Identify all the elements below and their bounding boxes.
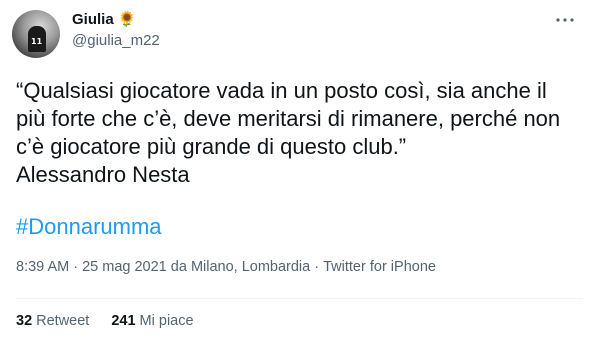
client-source-link[interactable]: Twitter for iPhone	[323, 259, 436, 275]
tweet-metadata: 8:39 AM · 25 mag 2021 da Milano, Lombard…	[16, 259, 436, 275]
more-horizontal-icon	[556, 18, 574, 22]
retweets-label: Retweet	[36, 313, 90, 329]
tweet-card: 11 Giulia 🌻 @giulia_m22 “Qualsiasi gioca…	[0, 0, 599, 341]
avatar-jersey-number: 11	[31, 37, 43, 46]
more-options-button[interactable]	[553, 8, 577, 32]
timestamp-time-link[interactable]: 8:39 AM	[16, 259, 69, 275]
divider	[16, 298, 583, 299]
timestamp-date-link[interactable]: 25 mag 2021	[82, 259, 167, 275]
sunflower-icon: 🌻	[117, 10, 137, 28]
author-handle[interactable]: @giulia_m22	[72, 32, 160, 49]
hashtag-link[interactable]: #Donnarumma	[16, 213, 162, 241]
likes-label: Mi piace	[139, 313, 194, 329]
likes-count: 241	[111, 313, 136, 329]
avatar[interactable]: 11	[12, 10, 60, 58]
tweet-text: “Qualsiasi giocatore vada in un posto co…	[16, 78, 561, 187]
retweets-count: 32	[16, 313, 33, 329]
location-link[interactable]: Milano, Lombardia	[191, 259, 310, 275]
retweets-stat[interactable]: 32 Retweet	[16, 313, 89, 329]
engagement-stats: 32 Retweet 241 Mi piace	[16, 313, 194, 329]
likes-stat[interactable]: 241 Mi piace	[111, 313, 193, 329]
author-name-row[interactable]: Giulia 🌻	[72, 11, 136, 28]
meta-separator: ·	[310, 259, 324, 275]
meta-separator: ·	[69, 259, 83, 275]
author-display-name[interactable]: Giulia	[72, 11, 114, 28]
meta-from-text: da	[166, 259, 191, 275]
